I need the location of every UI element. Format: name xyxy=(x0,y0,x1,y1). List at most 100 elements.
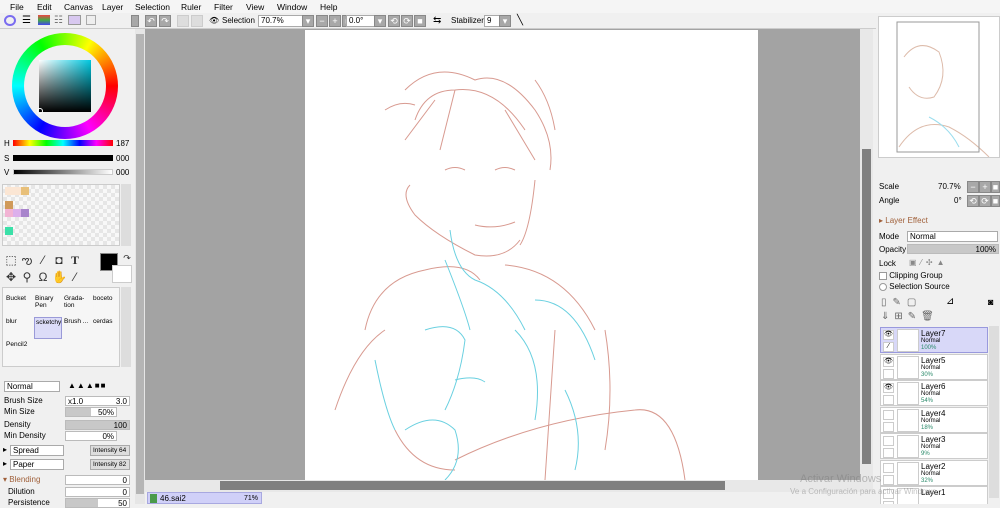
canvas-vertical-scrollbar[interactable] xyxy=(860,29,873,480)
swatch-palette[interactable] xyxy=(2,184,120,246)
nav-zoom-reset-button[interactable]: ■ xyxy=(991,181,1000,193)
menu-selection[interactable]: Selection xyxy=(135,0,170,12)
sv-square[interactable] xyxy=(39,60,91,112)
background-color[interactable] xyxy=(112,265,132,283)
color-swatch[interactable] xyxy=(5,227,13,235)
color-swatch[interactable] xyxy=(21,209,29,217)
nav-rotate-cw-button[interactable]: ⟳ xyxy=(979,195,991,207)
layer-row[interactable]: 👁 Layer6 Normal 54% xyxy=(880,380,988,406)
lasso-icon[interactable]: ఌ xyxy=(20,253,34,267)
menu-help[interactable]: Help xyxy=(320,0,337,12)
rotate-icon[interactable]: Ω xyxy=(36,270,50,284)
brush-blur[interactable]: blur xyxy=(5,317,33,339)
canvas-area[interactable] xyxy=(145,29,860,480)
color-swatch[interactable] xyxy=(5,201,13,209)
swap-colors-icon[interactable]: ↷ xyxy=(120,251,134,265)
hand-icon[interactable]: ✋ xyxy=(52,270,67,284)
brush-cerdas[interactable]: cerdas xyxy=(92,317,120,339)
dilution-slider[interactable]: 0 xyxy=(65,487,130,497)
layer-actions-row2[interactable]: ⇓⊞✎🗑 xyxy=(881,311,939,322)
scale-value[interactable]: 70.7% xyxy=(938,182,961,191)
list-tab-icon[interactable]: ☷ xyxy=(54,15,63,27)
layer-pen-toggle[interactable] xyxy=(883,448,894,458)
nav-rotate-reset-button[interactable]: ■ xyxy=(991,195,1000,207)
layer-mask-icon[interactable]: ◙ xyxy=(988,297,993,307)
paper-expand-icon[interactable]: ▸ xyxy=(3,459,7,468)
brush-shape-selector[interactable]: ▲▲▲■■ xyxy=(68,381,130,392)
persistence-slider[interactable]: 50 xyxy=(65,498,130,508)
layer-mode-select[interactable]: Normal xyxy=(907,231,998,242)
layer-pen-toggle[interactable] xyxy=(883,421,894,432)
stabilizer-dropdown[interactable]: ▾ xyxy=(499,15,511,27)
paper-intensity[interactable]: Intensity 82 xyxy=(90,459,130,470)
hue-slider[interactable] xyxy=(13,140,113,146)
left-panel-scrollbar[interactable] xyxy=(135,29,145,504)
rotate-reset-button[interactable]: ■ xyxy=(414,15,426,27)
nav-zoom-in-button[interactable]: + xyxy=(979,181,991,193)
sliders-tab-icon[interactable]: ☰ xyxy=(22,15,31,27)
layer-visibility-toggle[interactable] xyxy=(883,436,894,446)
fill-select-icon[interactable]: ◘ xyxy=(52,253,66,267)
invert-selection-button[interactable] xyxy=(191,15,203,27)
layer-row[interactable]: Layer3 Normal 9% xyxy=(880,433,988,459)
lock-icons[interactable]: ▣⁄✣▲ xyxy=(909,258,949,267)
layer-list-scrollbar[interactable] xyxy=(989,326,999,498)
text-tool-icon[interactable]: T xyxy=(68,253,82,267)
rotate-ccw-button[interactable]: ⟲ xyxy=(388,15,400,27)
zoom-out-button[interactable]: − xyxy=(316,15,328,27)
menu-filter[interactable]: Filter xyxy=(214,0,233,12)
undo-button[interactable]: ↶ xyxy=(145,15,157,27)
layer-visibility-toggle[interactable] xyxy=(883,462,894,473)
swatch-tab-icon[interactable] xyxy=(38,15,50,25)
menu-window[interactable]: Window xyxy=(277,0,307,12)
canvas-horizontal-scrollbar[interactable] xyxy=(145,480,873,492)
brush-pencil2[interactable]: Pencil2 xyxy=(5,340,33,362)
brush-grid-scrollbar[interactable] xyxy=(121,287,131,367)
density-slider[interactable]: 100 xyxy=(65,420,130,430)
rect-select-icon[interactable]: ⬚ xyxy=(4,253,18,267)
nav-zoom-out-button[interactable]: − xyxy=(967,181,979,193)
s-value[interactable]: 000 xyxy=(116,154,129,163)
color-swatch[interactable] xyxy=(21,187,29,195)
brush-brush[interactable]: Brush ... xyxy=(63,317,91,339)
toolbar-handle[interactable] xyxy=(131,15,139,27)
min-density-slider[interactable]: 0% xyxy=(65,431,117,441)
menu-canvas[interactable]: Canvas xyxy=(64,0,93,12)
color-swatch[interactable] xyxy=(13,209,21,217)
brush-boceto[interactable]: boceto xyxy=(92,294,120,316)
menu-view[interactable]: View xyxy=(246,0,264,12)
navigator-tab-icon[interactable] xyxy=(86,15,96,25)
layer-visibility-toggle[interactable] xyxy=(883,409,894,420)
flip-icon[interactable]: ⇆ xyxy=(433,15,441,27)
layer-visibility-toggle[interactable]: 👁 xyxy=(883,330,894,340)
layer-row[interactable]: Layer4 Normal 18% xyxy=(880,406,988,433)
deselect-button[interactable] xyxy=(177,15,189,27)
zoom-in-button[interactable]: + xyxy=(329,15,341,27)
menu-file[interactable]: File xyxy=(10,0,24,12)
spread-expand-icon[interactable]: ▸ xyxy=(3,445,7,454)
layer-pen-toggle[interactable] xyxy=(883,395,894,405)
layer-effect-toggle[interactable]: ▸ Layer Effect xyxy=(879,216,928,225)
value-slider[interactable] xyxy=(13,169,113,175)
layer-visibility-toggle[interactable]: 👁 xyxy=(883,383,894,393)
layer-link-icon[interactable]: ⊿ xyxy=(946,296,954,307)
document-tab[interactable]: 46.sai2 71% xyxy=(147,492,262,504)
navigator-preview[interactable] xyxy=(878,16,1000,158)
clipping-group-checkbox[interactable]: Clipping Group xyxy=(879,271,943,280)
menu-layer[interactable]: Layer xyxy=(102,0,123,12)
eye-icon[interactable]: 👁 xyxy=(209,15,219,27)
brush-gradation[interactable]: Grada-tion xyxy=(63,294,91,316)
brush-scketchy[interactable]: scketchy xyxy=(34,317,62,339)
line-tool-icon[interactable]: ╲ xyxy=(517,15,523,27)
angle-value[interactable]: 0° xyxy=(954,196,962,205)
brush-binary-pen[interactable]: Binary Pen xyxy=(34,294,62,316)
blending-slider[interactable]: 0 xyxy=(65,475,130,485)
move-icon[interactable]: ✥ xyxy=(4,270,18,284)
color-swatch[interactable] xyxy=(13,187,21,195)
brush-bucket[interactable]: Bucket xyxy=(5,294,33,316)
blend-mode-select[interactable]: Normal xyxy=(4,381,60,392)
spread-select[interactable]: Spread xyxy=(10,445,64,456)
layer-row[interactable]: 👁 Layer5 Normal 30% xyxy=(880,353,988,380)
scratchpad-tab-icon[interactable] xyxy=(68,15,81,25)
layer-actions-row1[interactable]: ▯✎▢ xyxy=(881,297,922,308)
